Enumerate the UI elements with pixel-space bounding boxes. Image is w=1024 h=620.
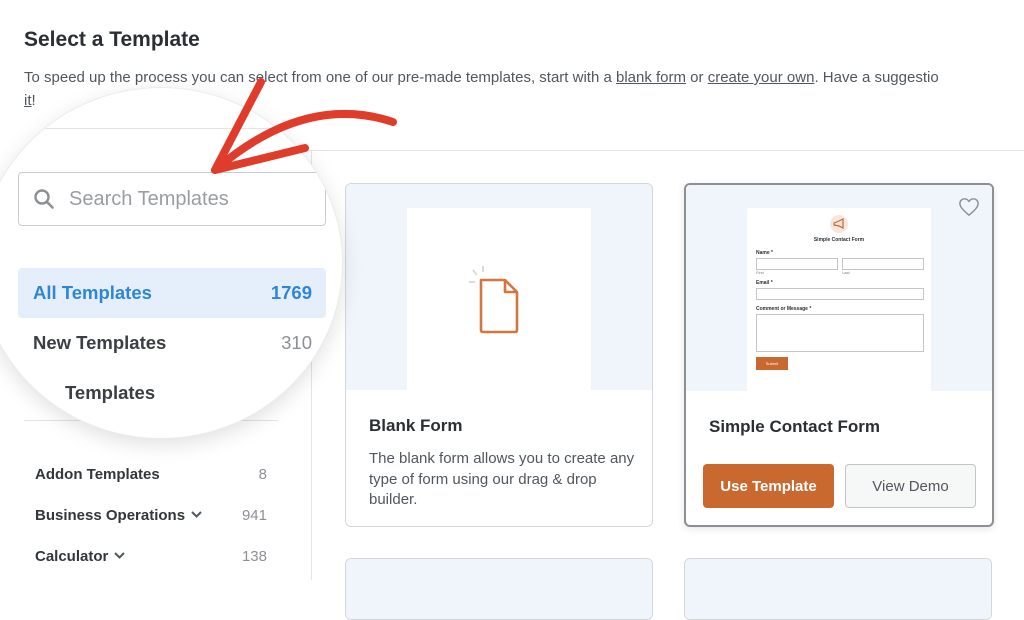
card-description: The blank form allows you to create any … — [369, 450, 635, 508]
preview-sheet: Simple Contact Form Name * First Last Em… — [747, 208, 931, 392]
category-label: All Templates — [33, 282, 152, 303]
preview-sheet — [407, 208, 591, 390]
blank-document-icon — [469, 266, 519, 334]
sidebar-item-business-operations[interactable]: Business Operations 941 — [35, 507, 267, 529]
blank-form-link[interactable]: blank form — [616, 69, 686, 86]
category-count: 1769 — [270, 282, 312, 303]
chevron-down-icon[interactable] — [114, 550, 126, 562]
template-card-partial[interactable] — [345, 558, 653, 620]
mini-form-title: Simple Contact Form — [813, 237, 865, 243]
category-label: New Templates — [33, 332, 167, 353]
mini-first-label: First — [756, 270, 764, 275]
intro-text: To speed up the process you can select f… — [24, 64, 1024, 91]
template-card-partial[interactable] — [684, 558, 992, 620]
mini-message-label: Comment or Message * — [756, 306, 812, 312]
category-count: 310 — [281, 332, 312, 353]
mini-email-label: Email * — [756, 280, 773, 286]
mini-last-label: Last — [842, 270, 850, 275]
create-your-own-link[interactable]: create your own — [708, 69, 815, 86]
search-input[interactable] — [67, 186, 321, 212]
mini-first-field — [756, 258, 838, 270]
category-templates[interactable]: Templates — [18, 368, 326, 418]
card-title: Blank Form — [369, 416, 463, 435]
intro-line2-suffix: ! — [31, 92, 36, 109]
megaphone-icon — [830, 215, 848, 233]
mini-email-field — [756, 288, 924, 300]
search-icon — [34, 189, 54, 209]
heart-icon[interactable] — [958, 197, 980, 217]
mini-form-preview: Simple Contact Form Name * First Last Em… — [747, 208, 931, 392]
sidebar-item-count: 138 — [241, 548, 267, 565]
mini-submit-button: Submit — [756, 357, 788, 370]
mini-name-label: Name * — [756, 250, 773, 256]
template-card-blank-form[interactable]: Blank Form The blank form allows you to … — [345, 183, 653, 527]
view-demo-button[interactable]: View Demo — [845, 464, 976, 508]
sidebar-item-calculator[interactable]: Calculator 138 — [35, 548, 267, 570]
sidebar-item-label-wrap: Calculator — [35, 548, 126, 565]
sidebar-item-label-wrap: Business Operations — [35, 507, 202, 524]
sidebar-item-label: Business Operations — [35, 507, 186, 524]
sidebar-item-count: 8 — [258, 466, 267, 483]
use-template-button[interactable]: Use Template — [703, 464, 834, 508]
page-title: Select a Template — [24, 28, 200, 51]
chevron-down-icon[interactable] — [191, 509, 202, 521]
sidebar-item-label: Calculator — [35, 548, 109, 565]
sidebar-item-addon-templates[interactable]: Addon Templates 8 — [35, 466, 267, 488]
card-title: Simple Contact Form — [709, 417, 880, 436]
mini-message-field — [756, 314, 924, 352]
sidebar-item-label: Addon Templates — [35, 466, 160, 483]
card-preview — [346, 184, 652, 390]
intro-middle: or — [686, 69, 708, 86]
intro-suffix: . Have a suggestio — [814, 69, 939, 86]
search-box[interactable] — [18, 172, 326, 226]
card-preview — [346, 559, 652, 619]
mini-last-field — [842, 258, 924, 270]
card-preview — [685, 559, 991, 619]
category-new-templates[interactable]: New Templates 310 — [18, 318, 326, 368]
intro-line2: it! — [24, 92, 36, 109]
sidebar-item-count: 941 — [241, 507, 267, 524]
suggestion-link[interactable]: it — [24, 92, 32, 109]
red-arrow-annotation — [211, 78, 397, 174]
template-card-simple-contact-form[interactable]: Simple Contact Form Name * First Last Em… — [684, 183, 994, 527]
category-label: Templates — [65, 382, 156, 403]
category-all-templates[interactable]: All Templates 1769 — [18, 268, 326, 318]
card-preview: Simple Contact Form Name * First Last Em… — [686, 185, 992, 392]
